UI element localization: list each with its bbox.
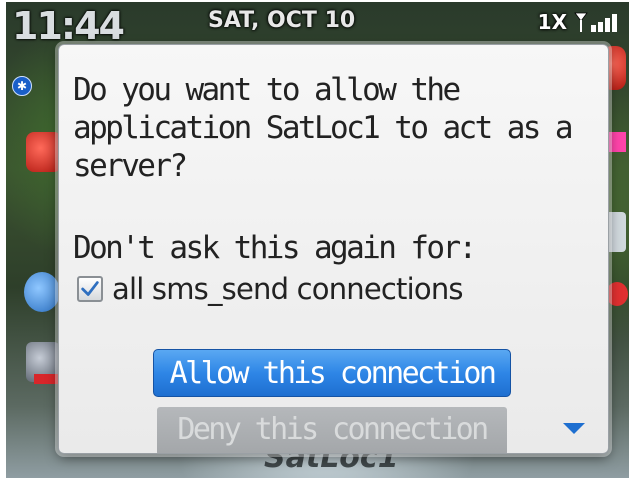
app-icon-partial: [24, 272, 60, 312]
app-icon-partial: [26, 132, 62, 172]
network-type: 1X: [537, 10, 567, 34]
remember-checkbox[interactable]: [77, 276, 103, 302]
checkmark-icon: [81, 281, 99, 296]
device-screen: 11:44 SAT, OCT 10 1X ✱ SatLoc1 Do you wa…: [6, 2, 629, 478]
app-icon-partial: [34, 374, 58, 384]
bluetooth-icon: ✱: [12, 76, 32, 96]
allow-connection-button[interactable]: Allow this connection: [153, 349, 511, 397]
signal-strength-icon: [574, 12, 617, 32]
clock: 11:44: [12, 4, 125, 48]
permission-dialog: Do you want to allow the application SatL…: [58, 44, 609, 454]
checkbox-label: all sms_send connections: [112, 272, 464, 306]
dont-ask-label: Don't ask this again for:: [73, 230, 477, 266]
dialog-message: Do you want to allow the application SatL…: [73, 72, 574, 184]
app-icon-partial: [606, 282, 628, 306]
status-bar: 11:44 SAT, OCT 10 1X: [6, 2, 629, 48]
remember-checkbox-row[interactable]: all sms_send connections: [77, 271, 464, 307]
deny-connection-button[interactable]: Deny this connection: [157, 407, 507, 453]
scroll-down-arrow-icon[interactable]: [563, 423, 585, 434]
app-icon-partial: [606, 132, 626, 152]
date-label: SAT, OCT 10: [208, 8, 356, 33]
